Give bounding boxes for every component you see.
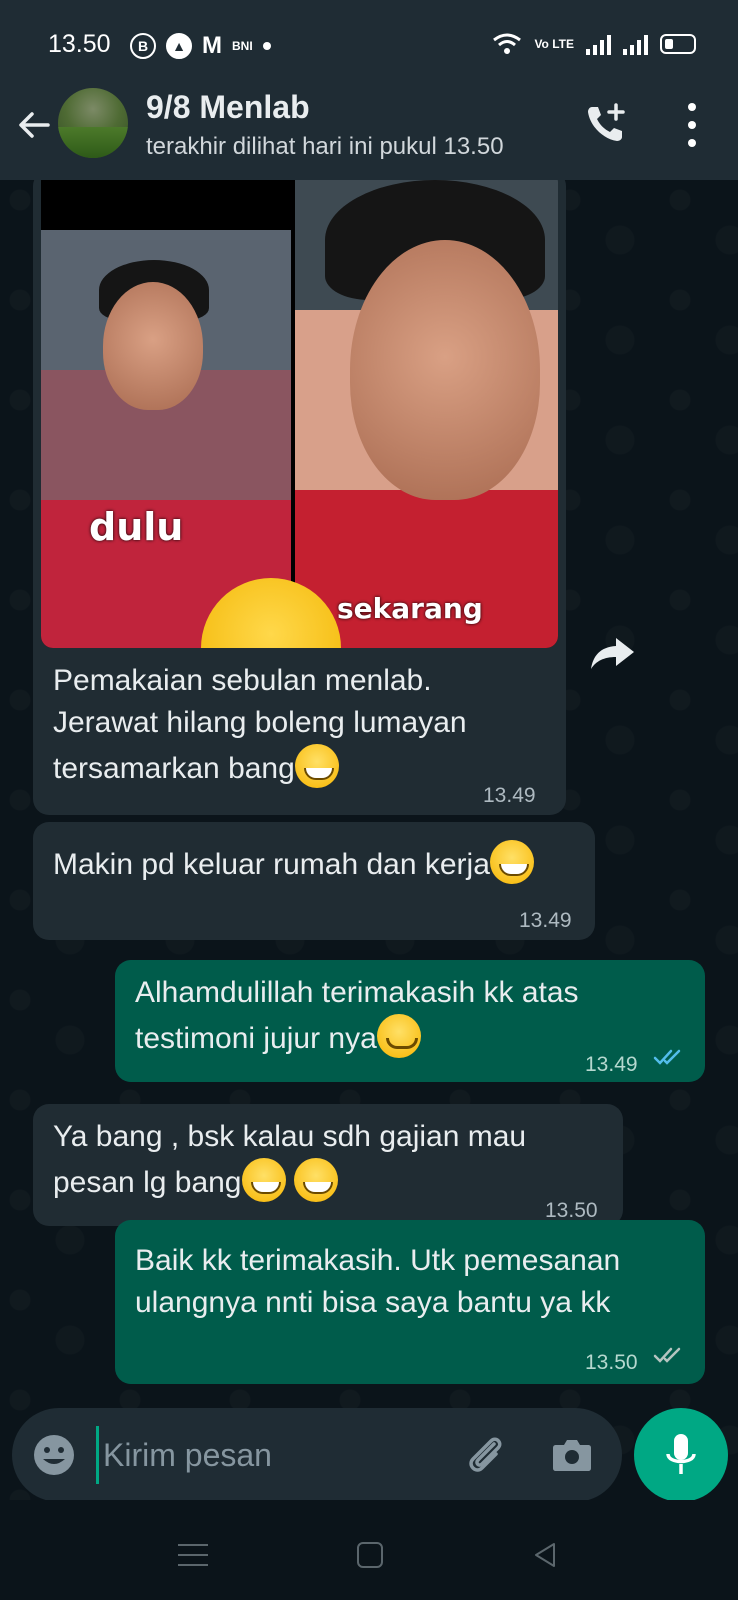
message-text: Pemakaian sebulan menlab. Jerawat hilang… [53,660,467,790]
bni-notification-icon: BNI [232,39,253,53]
b-notification-icon: B [130,33,156,59]
grin-emoji [489,840,534,884]
message-outgoing[interactable]: Baik kk terimakasih. Utk pemesanan ulang… [115,1220,705,1384]
system-indicators: Vo LTE [492,32,696,56]
message-text: Alhamdulillah terimakasih kk atas testim… [135,972,579,1060]
attach-icon[interactable] [460,1430,510,1480]
battery-icon [660,34,696,54]
chat-area[interactable]: dulu sekarang Pemakaian sebulan menlab. … [0,180,738,1500]
more-notifications-dot-icon [262,42,271,50]
forward-icon[interactable] [588,632,638,672]
grin-emoji [293,1158,338,1202]
add-call-icon[interactable] [582,99,630,147]
message-text: Makin pd keluar rumah dan kerja [53,840,534,886]
camera-icon[interactable] [550,1433,594,1477]
status-bar: 13.50 B ▲ M BNI Vo LTE [0,0,738,90]
photo-after [295,180,558,648]
system-navigation-bar [0,1500,738,1600]
back-arrow-icon[interactable] [14,105,54,145]
signal-2-icon [623,33,648,55]
notification-icons: B ▲ M BNI [130,32,271,60]
emoji-icon[interactable] [32,1433,76,1477]
message-time: 13.49 [519,909,572,932]
contact-name[interactable]: 9/8 Menlab [146,89,310,126]
status-time: 13.50 [48,30,111,58]
message-text: Baik kk terimakasih. Utk pemesanan ulang… [135,1244,621,1319]
message-time: 13.50 [585,1351,638,1374]
recents-icon[interactable] [178,1544,208,1566]
photo-before [41,180,291,648]
navigation-notification-icon: ▲ [166,33,192,59]
mic-icon [666,1434,696,1474]
message-incoming[interactable]: Ya bang , bsk kalau sdh gajian mau pesan… [33,1104,623,1226]
grin-emoji [241,1158,286,1202]
last-seen-status[interactable]: terakhir dilihat hari ini pukul 13.50 [146,133,504,161]
grin-emoji [294,744,339,788]
mic-button[interactable] [634,1408,728,1502]
home-icon[interactable] [357,1542,383,1568]
message-time: 13.49 [585,1053,638,1076]
photo-label-after: sekarang [337,592,483,625]
message-text: Ya bang , bsk kalau sdh gajian mau pesan… [53,1116,526,1204]
chat-header: 9/8 Menlab terakhir dilihat hari ini puk… [0,85,738,180]
message-incoming-photo[interactable]: dulu sekarang Pemakaian sebulan menlab. … [33,180,566,815]
message-time: 13.49 [483,784,536,807]
message-incoming[interactable]: Makin pd keluar rumah dan kerja 13.49 [33,822,595,940]
message-input[interactable] [96,1426,456,1484]
message-composer [12,1408,622,1502]
contact-avatar[interactable] [58,88,128,158]
volte-indicator: Vo LTE [534,37,574,51]
message-photo[interactable]: dulu sekarang [41,180,558,648]
more-vert-icon[interactable] [680,103,704,147]
wifi-icon [493,33,522,54]
signal-1-icon [586,33,611,55]
top-bar: 13.50 B ▲ M BNI Vo LTE 9/8 Menlab terakh… [0,0,738,180]
read-ticks-icon [653,1049,681,1065]
photo-label-before: dulu [89,505,184,549]
smiling-emoji [376,1014,421,1058]
message-outgoing[interactable]: Alhamdulillah terimakasih kk atas testim… [115,960,705,1082]
nav-back-icon[interactable] [530,1540,560,1570]
gmail-notification-icon: M [202,32,222,59]
delivered-ticks-icon [653,1347,681,1363]
